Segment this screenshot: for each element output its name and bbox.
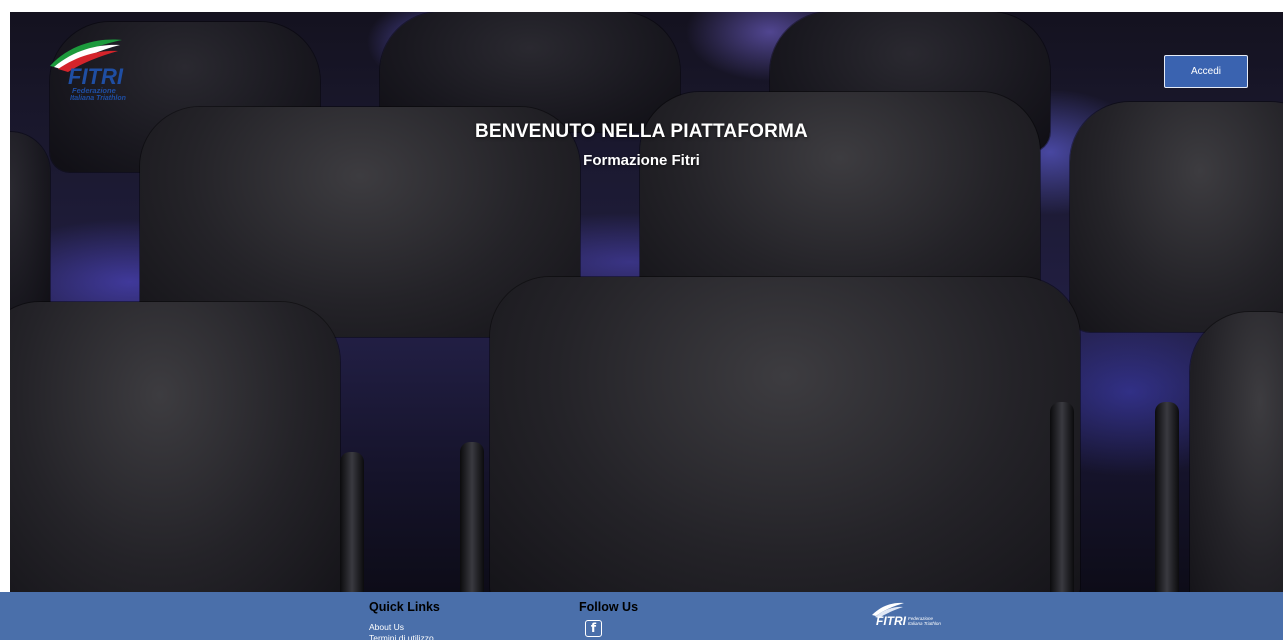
quick-links-title: Quick Links xyxy=(369,600,440,614)
logo-text-line1: Federazione xyxy=(72,86,116,95)
hero-title: BENVENUTO NELLA PIATTAFORMA xyxy=(475,121,808,142)
terms-link[interactable]: Termini di utilizzo xyxy=(369,633,434,643)
about-us-link[interactable]: About Us xyxy=(369,622,404,632)
chair-post xyxy=(460,442,484,592)
footer xyxy=(0,592,1283,640)
seat-front-right xyxy=(1190,312,1283,592)
chair-post xyxy=(1155,402,1179,592)
chair-post xyxy=(1050,402,1074,592)
fitri-logo-icon[interactable]: FITRI Federazione Italiana Triathlon xyxy=(42,36,138,102)
chair-post xyxy=(340,452,364,592)
hero-subtitle: Formazione Fitri xyxy=(583,152,700,169)
follow-us-title: Follow Us xyxy=(579,600,639,614)
footer-fitri-logo-icon: FITRI Federazione Italiana Triathlon xyxy=(872,602,941,628)
facebook-icon[interactable]: f xyxy=(585,620,602,637)
login-button[interactable]: Accedi xyxy=(1164,55,1248,88)
seat-front-center xyxy=(490,277,1080,592)
hero-banner xyxy=(10,12,1283,592)
footer-logo-line2: Italiana Triathlon xyxy=(908,621,941,626)
footer-logo-text: FITRI xyxy=(876,614,907,628)
logo-text-line2: Italiana Triathlon xyxy=(70,95,126,102)
seat-front-left xyxy=(10,302,340,592)
